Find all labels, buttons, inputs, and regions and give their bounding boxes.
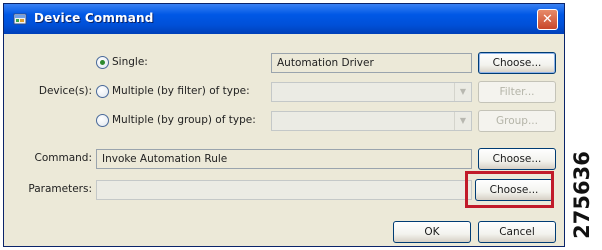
title-bar: Device Command ✕ bbox=[4, 4, 564, 34]
chevron-down-icon: ▼ bbox=[454, 112, 471, 130]
callout-highlight-box bbox=[465, 171, 554, 208]
group-button[interactable]: Group... bbox=[478, 110, 556, 132]
filter-type-select[interactable]: ▼ bbox=[271, 82, 472, 102]
figure-id: 275636 bbox=[568, 140, 596, 250]
ok-button[interactable]: OK bbox=[393, 221, 471, 243]
window-app-icon bbox=[13, 13, 27, 25]
choose-command-button[interactable]: Choose... bbox=[478, 148, 556, 170]
group-type-select[interactable]: ▼ bbox=[271, 111, 472, 131]
figure-id-text: 275636 bbox=[570, 151, 594, 239]
filter-button[interactable]: Filter... bbox=[478, 81, 556, 103]
close-button[interactable]: ✕ bbox=[537, 9, 558, 30]
radio-multiple-group[interactable] bbox=[96, 114, 109, 127]
radio-single-label: Single: bbox=[112, 56, 148, 68]
radio-multiple-filter[interactable] bbox=[96, 85, 109, 98]
chevron-down-icon: ▼ bbox=[454, 83, 471, 101]
command-label: Command: bbox=[34, 152, 92, 164]
radio-multiple-filter-label: Multiple (by filter) of type: bbox=[112, 85, 250, 97]
choose-device-button[interactable]: Choose... bbox=[478, 52, 556, 74]
parameters-field[interactable] bbox=[96, 180, 472, 200]
window-title: Device Command bbox=[34, 11, 154, 25]
parameters-label: Parameters: bbox=[28, 183, 92, 195]
command-field[interactable]: Invoke Automation Rule bbox=[96, 149, 472, 169]
devices-label: Device(s): bbox=[38, 85, 92, 97]
radio-multiple-group-label: Multiple (by group) of type: bbox=[112, 114, 256, 126]
radio-single[interactable] bbox=[96, 56, 109, 69]
single-device-field[interactable]: Automation Driver bbox=[271, 53, 472, 73]
cancel-button[interactable]: Cancel bbox=[478, 221, 556, 243]
device-command-dialog: Device Command ✕ Single: Automation Driv… bbox=[3, 3, 565, 247]
